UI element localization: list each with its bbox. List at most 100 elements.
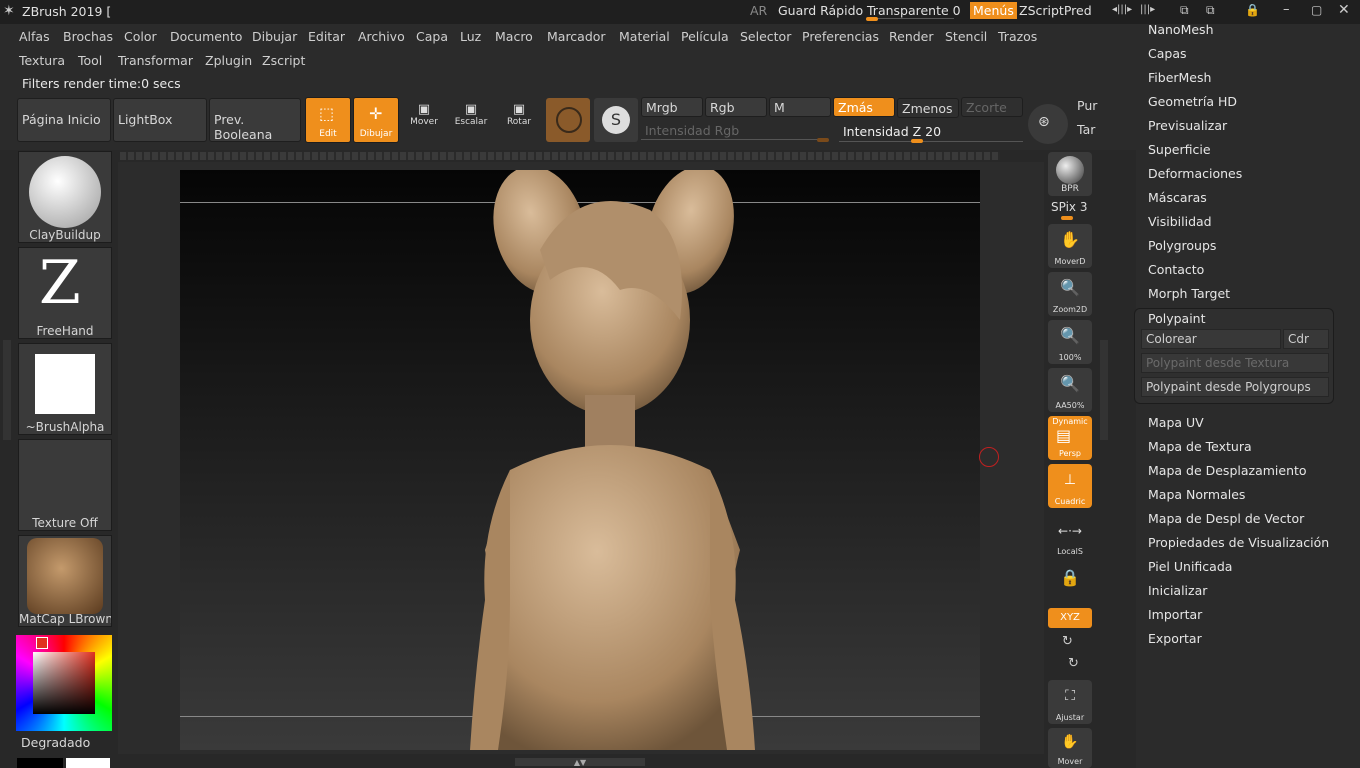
tar-label[interactable]: Tar — [1077, 122, 1095, 137]
tray-item[interactable]: Propiedades de Visualización — [1148, 535, 1329, 550]
polypaint-from-polygroups-button[interactable]: Polypaint desde Polygroups — [1141, 377, 1329, 397]
menu-10[interactable]: Macro — [492, 27, 536, 46]
menu-17[interactable]: Stencil — [942, 27, 990, 46]
menu2-1[interactable]: Textura — [16, 51, 68, 70]
layout-icon[interactable]: ⧉ — [1180, 3, 1189, 18]
tray-item[interactable]: Máscaras — [1148, 190, 1207, 205]
tray-item[interactable]: Importar — [1148, 607, 1202, 622]
menu-18[interactable]: Trazos — [995, 27, 1040, 46]
spix-slider[interactable]: SPix 3 — [1048, 200, 1092, 220]
main-color-swatch[interactable] — [17, 758, 63, 768]
menu-3[interactable]: Color — [121, 27, 160, 46]
tray-item[interactable]: NanoMesh — [1148, 22, 1214, 37]
menu-13[interactable]: Película — [678, 27, 732, 46]
pur-label[interactable]: Pur — [1077, 98, 1097, 113]
menu2-4[interactable]: Zplugin — [202, 51, 255, 70]
bottom-scroll-handle[interactable]: ▲▼ — [515, 758, 645, 767]
left-shelf-handle[interactable] — [3, 340, 11, 440]
menu-7[interactable]: Archivo — [355, 27, 408, 46]
document-canvas[interactable] — [180, 170, 980, 750]
draw-button[interactable]: ✛ Dibujar — [353, 97, 399, 143]
menu-11[interactable]: Marcador — [544, 27, 609, 46]
ajustar-button[interactable]: ⛶ Ajustar — [1048, 680, 1092, 724]
moverd-button[interactable]: ✋ MoverD — [1048, 224, 1092, 268]
cuadric-button[interactable]: ⊥ Cuadric — [1048, 464, 1092, 508]
z-intensity-slider[interactable]: Intensidad Z 20 — [839, 122, 1023, 143]
tray-item[interactable]: Mapa UV — [1148, 415, 1204, 430]
tray-item[interactable]: Polygroups — [1148, 238, 1216, 253]
menu-15[interactable]: Preferencias — [799, 27, 882, 46]
tray-item[interactable]: Inicializar — [1148, 583, 1207, 598]
persp-button[interactable]: Dynamic ▤ Persp — [1048, 416, 1092, 460]
edit-button[interactable]: ⬚ Edit — [305, 97, 351, 143]
material-sphere-button[interactable] — [546, 98, 590, 142]
lock-icon[interactable]: 🔒 — [1245, 3, 1260, 17]
tray-item[interactable]: Exportar — [1148, 631, 1202, 646]
maximize-icon[interactable]: ▢ — [1311, 3, 1322, 17]
layout-icon-2[interactable]: ⧉ — [1206, 3, 1215, 18]
tray-item[interactable]: Mapa Normales — [1148, 487, 1245, 502]
transparent-slider[interactable]: Transparente 0 — [867, 3, 961, 18]
polypaint-from-texture-button[interactable]: Polypaint desde Textura — [1141, 353, 1329, 373]
alpha-thumbnail[interactable]: ~BrushAlpha — [18, 343, 112, 435]
menus-toggle[interactable]: Menús — [970, 2, 1017, 19]
menu-6[interactable]: Editar — [305, 27, 348, 46]
layout-slider2-icon[interactable]: |||▸ — [1140, 4, 1155, 15]
menu-9[interactable]: Luz — [457, 27, 484, 46]
zscript-pred-button[interactable]: ZScriptPred — [1019, 3, 1092, 18]
tray-item[interactable]: Morph Target — [1148, 286, 1230, 301]
m-button[interactable]: M — [769, 97, 831, 117]
rotate-button[interactable]: ▣ Rotar — [497, 102, 541, 146]
polypaint-title[interactable]: Polypaint — [1148, 311, 1206, 326]
material-thumbnail[interactable]: MatCap LBrownC — [18, 535, 112, 627]
tray-item[interactable]: Mapa de Textura — [1148, 439, 1252, 454]
move-button[interactable]: ▣ Mover — [402, 102, 446, 146]
mrgb-button[interactable]: Mrgb — [641, 97, 703, 117]
close-icon[interactable]: ✕ — [1338, 2, 1350, 18]
tray-item[interactable]: Geometría HD — [1148, 94, 1237, 109]
zcut-button[interactable]: Zcorte — [961, 97, 1023, 117]
menu-2[interactable]: Brochas — [60, 27, 116, 46]
tray-item[interactable]: Deformaciones — [1148, 166, 1242, 181]
stroke-thumbnail[interactable]: Z FreeHand — [18, 247, 112, 339]
layout-slider-icon[interactable]: ◂|||▸ — [1112, 4, 1132, 15]
lightbox-button[interactable]: LightBox — [113, 98, 207, 142]
bpr-button[interactable]: BPR — [1048, 152, 1092, 196]
gradient-label[interactable]: Degradado — [21, 735, 90, 750]
tray-item[interactable]: Mapa de Desplazamiento — [1148, 463, 1307, 478]
colorear-button[interactable]: Colorear — [1141, 329, 1281, 349]
menu-8[interactable]: Capa — [413, 27, 451, 46]
rgb-intensity-slider[interactable]: Intensidad Rgb — [641, 122, 831, 142]
color-picker[interactable] — [16, 635, 112, 731]
rotate-y-icon[interactable]: ↻ — [1062, 634, 1073, 649]
tray-item[interactable]: Visibilidad — [1148, 214, 1212, 229]
menu-12[interactable]: Material — [616, 27, 673, 46]
scale-button[interactable]: ▣ Escalar — [449, 102, 493, 146]
home-page-button[interactable]: Página Inicio — [17, 98, 111, 142]
brush-thumbnail[interactable]: ClayBuildup — [18, 151, 112, 243]
tray-item[interactable]: Mapa de Despl de Vector — [1148, 511, 1304, 526]
color-picker-square[interactable] — [33, 652, 95, 714]
zsub-button[interactable]: Zmenos — [897, 98, 959, 118]
prev-boolean-button[interactable]: Prev. Booleana — [209, 98, 301, 142]
texture-thumbnail[interactable]: Texture Off — [18, 439, 112, 531]
symmetry-button[interactable]: ⊛ — [1028, 104, 1068, 144]
menu-1[interactable]: Alfas — [16, 27, 53, 46]
rotate-z-icon[interactable]: ↻ — [1068, 656, 1079, 671]
tray-item[interactable]: Previsualizar — [1148, 118, 1227, 133]
ar-button[interactable]: AR — [750, 3, 767, 18]
menu2-2[interactable]: Tool — [75, 51, 105, 70]
minimize-icon[interactable]: – — [1283, 2, 1290, 17]
cdr-button[interactable]: Cdr — [1283, 329, 1329, 349]
zoom2d-button[interactable]: 🔍 Zoom2D — [1048, 272, 1092, 316]
menu-14[interactable]: Selector — [737, 27, 794, 46]
lock-camera-button[interactable]: 🔒 — [1048, 560, 1092, 604]
tray-item[interactable]: Piel Unificada — [1148, 559, 1232, 574]
rgb-button[interactable]: Rgb — [705, 97, 767, 117]
tray-item[interactable]: Superficie — [1148, 142, 1211, 157]
menu-16[interactable]: Render — [886, 27, 937, 46]
menu2-3[interactable]: Transformar — [115, 51, 196, 70]
quick-save-button[interactable]: Guard Rápido — [778, 3, 863, 18]
zoom100-button[interactable]: 🔍 100% — [1048, 320, 1092, 364]
locals-button[interactable]: ←·→ LocalS — [1048, 514, 1092, 558]
